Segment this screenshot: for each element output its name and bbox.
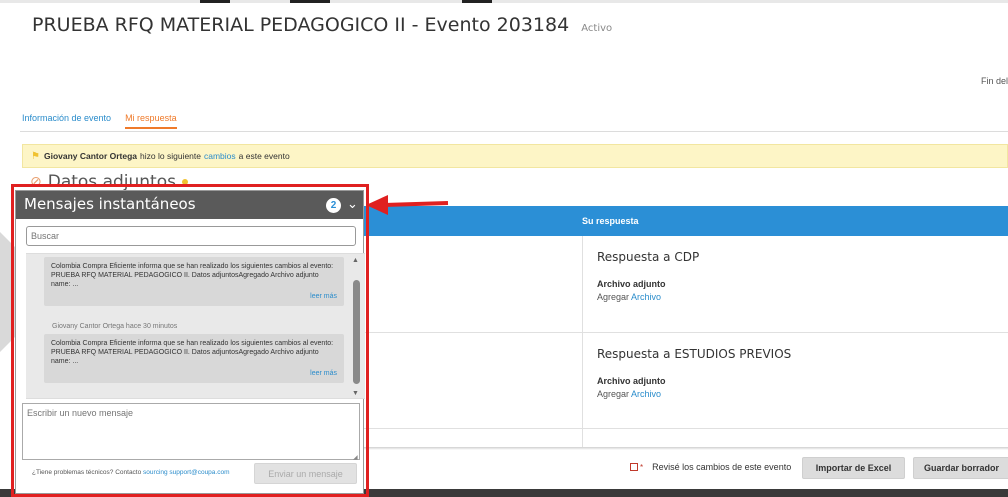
resize-grip-icon[interactable]: ◢ <box>353 454 358 461</box>
footer-divider <box>364 447 1008 450</box>
list-item: Colombia Compra Eficiente informa que se… <box>44 334 344 384</box>
paperclip-icon: ⊘ <box>30 174 42 190</box>
tab-my-response[interactable]: Mi respuesta <box>125 113 177 129</box>
support-text: ¿Tiene problemas técnicos? Contacto sour… <box>32 469 230 476</box>
table-row: Respuesta a CDP Archivo adjunto Agregar … <box>597 250 699 302</box>
top-strip <box>0 0 1008 3</box>
page-title: PRUEBA RFQ MATERIAL PEDAGOGICO II - Even… <box>32 14 612 36</box>
read-more-link[interactable]: leer más <box>51 292 337 301</box>
message-search-input[interactable] <box>26 226 356 246</box>
arrow-icon <box>366 195 449 215</box>
required-asterisk: * <box>640 462 644 472</box>
import-excel-button[interactable]: Importar de Excel <box>802 457 905 479</box>
review-confirmation[interactable]: * Revisé los cambios de este evento <box>630 462 791 472</box>
response-title: Respuesta a ESTUDIOS PREVIOS <box>597 347 792 361</box>
tab-event-info[interactable]: Información de evento <box>22 113 111 129</box>
review-checkbox[interactable] <box>630 463 638 471</box>
tabs-divider <box>20 131 1008 132</box>
attachments-heading-text: Datos adjuntos <box>47 172 176 192</box>
notice-text-after: a este evento <box>238 151 290 161</box>
message-list[interactable]: Colombia Compra Eficiente informa que se… <box>26 253 365 399</box>
message-body: Colombia Compra Eficiente informa que se… <box>51 263 334 289</box>
support-email-link[interactable]: sourcing support@coupa.com <box>143 469 229 476</box>
changes-link[interactable]: cambios <box>204 151 236 161</box>
scroll-up-icon[interactable]: ▲ <box>352 257 359 264</box>
list-item: Colombia Compra Eficiente informa que se… <box>44 257 344 307</box>
response-title: Respuesta a CDP <box>597 250 700 264</box>
event-title: PRUEBA RFQ MATERIAL PEDAGOGICO II - Even… <box>32 14 570 36</box>
read-more-link[interactable]: leer más <box>51 369 337 378</box>
add-attachment: Agregar Archivo <box>597 389 791 399</box>
row-divider <box>364 332 1008 333</box>
required-dot-icon <box>181 179 188 185</box>
row-divider <box>364 428 1008 429</box>
flag-icon: ⚑ <box>31 150 40 162</box>
message-meta: Giovany Cantor Ortega hace 30 minutos <box>52 323 178 330</box>
save-draft-button[interactable]: Guardar borrador <box>913 457 1008 479</box>
end-date-label: Fin del <box>980 76 1008 86</box>
notice-text-before: hizo lo siguiente <box>140 151 201 161</box>
chevron-down-icon[interactable]: ⌄ <box>347 196 358 212</box>
unread-count-badge: 2 <box>326 198 341 213</box>
column-divider <box>582 236 583 449</box>
status-badge: Activo <box>581 23 613 34</box>
instant-messages-title: Mensajes instantáneos <box>24 195 196 213</box>
scrollbar-thumb[interactable] <box>353 280 360 384</box>
response-column-header: Su respuesta <box>582 216 639 226</box>
table-header: Su respuesta <box>364 206 1008 236</box>
add-prefix: Agregar <box>597 389 630 399</box>
table-row: Respuesta a ESTUDIOS PREVIOS Archivo adj… <box>597 347 791 399</box>
scroll-down-icon[interactable]: ▼ <box>352 390 359 397</box>
send-message-button[interactable]: Enviar un mensaje <box>254 463 357 484</box>
support-question: ¿Tiene problemas técnicos? Contacto <box>32 469 142 476</box>
add-attachment: Agregar Archivo <box>597 292 699 302</box>
attachments-heading: ⊘ Datos adjuntos <box>30 172 188 192</box>
add-prefix: Agregar <box>597 292 630 302</box>
add-file-link[interactable]: Archivo <box>631 292 661 302</box>
notice-user: Giovany Cantor Ortega <box>43 151 138 161</box>
message-body: Colombia Compra Eficiente informa que se… <box>51 340 334 366</box>
changes-notice: ⚑ Giovany Cantor Ortega hizo lo siguient… <box>22 144 1008 168</box>
attachment-label: Archivo adjunto <box>597 376 666 386</box>
add-file-link[interactable]: Archivo <box>631 389 661 399</box>
new-message-input[interactable] <box>22 403 360 460</box>
review-label: Revisé los cambios de este evento <box>652 462 792 472</box>
attachment-label: Archivo adjunto <box>597 279 666 289</box>
tab-bar: Información de evento Mi respuesta <box>22 113 177 129</box>
instant-messages-panel: Mensajes instantáneos 2 ⌄ Colombia Compr… <box>15 190 365 494</box>
instant-messages-header: Mensajes instantáneos 2 ⌄ <box>16 191 363 219</box>
